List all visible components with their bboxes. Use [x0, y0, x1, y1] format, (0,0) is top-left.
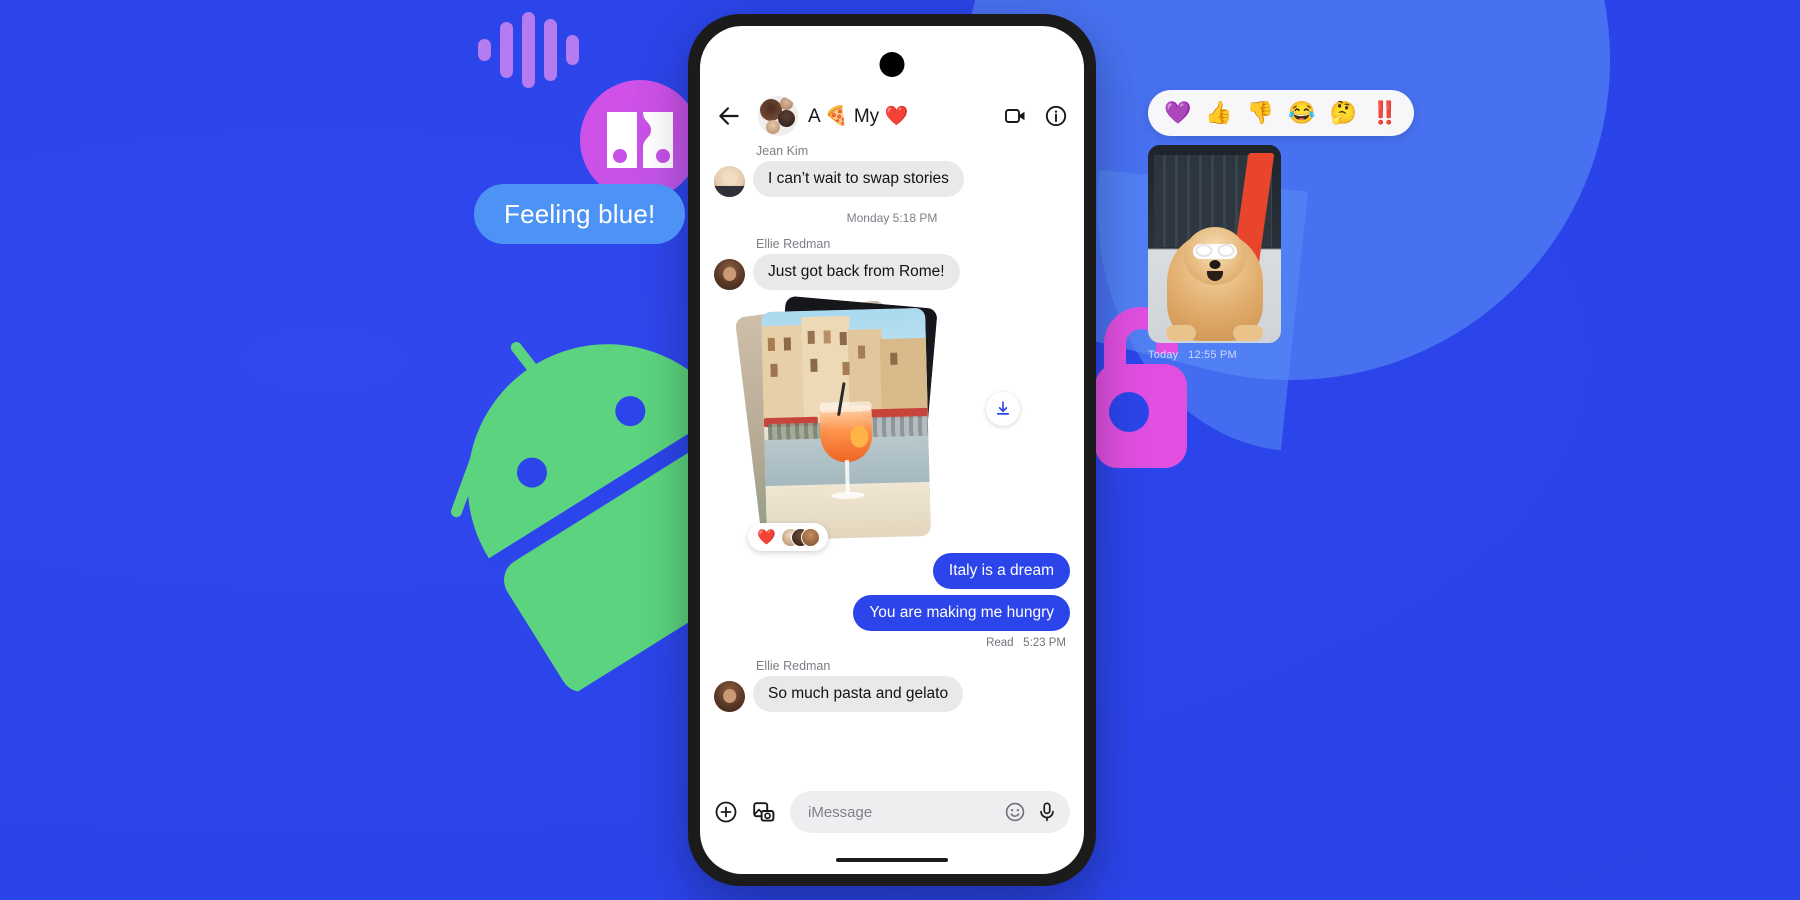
voice-waveform — [478, 10, 579, 90]
message-row-incoming: Just got back from Rome! — [714, 254, 1070, 290]
chat-title-text: A 🍕 My ❤️ — [808, 106, 909, 127]
emoji-picker-icon[interactable] — [1004, 801, 1026, 823]
read-receipt: Read 5:23 PM — [714, 637, 1066, 649]
emoji-reaction-bar[interactable]: 💜 👍 👎 😂 🤔 ‼️ — [1148, 90, 1415, 136]
thumbs-down-emoji[interactable]: 👎 — [1247, 102, 1274, 124]
sender-name: Ellie Redman — [756, 237, 831, 251]
photo-attachment[interactable]: ❤️ — [734, 295, 1020, 551]
message-bubble[interactable]: I can’t wait to swap stories — [753, 161, 964, 197]
phone-screen: A 🍕 My ❤️ Jean Kim I can’t wait to swap … — [700, 26, 1084, 874]
message-input-placeholder: iMessage — [808, 803, 873, 821]
read-time: 5:23 PM — [1023, 637, 1066, 649]
phone-device: A 🍕 My ❤️ Jean Kim I can’t wait to swap … — [688, 14, 1096, 886]
dog-caption-time: 12:55 PM — [1188, 349, 1237, 361]
add-attachment-icon[interactable] — [714, 800, 738, 824]
feeling-blue-text: Feeling blue! — [504, 198, 656, 229]
reaction-avatars — [780, 527, 820, 547]
double-exclamation-emoji[interactable]: ‼️ — [1371, 102, 1398, 124]
heart-emoji[interactable]: 💜 — [1164, 102, 1191, 124]
message-row-incoming: So much pasta and gelato — [714, 676, 1070, 712]
message-row-incoming: I can’t wait to swap stories — [714, 161, 1070, 197]
avatar — [714, 166, 745, 197]
scene-root: Feeling blue! 💜 👍 👎 😂 🤔 ‼️ Today 12:55 P… — [0, 0, 1800, 900]
laughing-emoji[interactable]: 😂 — [1288, 102, 1315, 124]
dog-photo-caption: Today 12:55 PM — [1148, 349, 1281, 361]
back-arrow-icon[interactable] — [716, 103, 742, 129]
message-bubble[interactable]: You are making me hungry — [853, 595, 1070, 631]
sender-name: Jean Kim — [756, 144, 809, 158]
home-indicator[interactable] — [836, 858, 948, 862]
message-bubble[interactable]: So much pasta and gelato — [753, 676, 964, 712]
photo-stack-front[interactable] — [761, 307, 931, 541]
message-list: Jean Kim I can’t wait to swap stories Mo… — [700, 144, 1084, 744]
feeling-blue-bubble: Feeling blue! — [474, 184, 686, 244]
dog-photo-card[interactable]: Today 12:55 PM — [1148, 145, 1281, 361]
message-reaction-pill[interactable]: ❤️ — [748, 523, 828, 551]
avatar — [714, 681, 745, 712]
sender-name: Ellie Redman — [756, 659, 831, 673]
group-avatar[interactable] — [758, 96, 798, 136]
sticker-glyph-icon — [607, 112, 673, 168]
video-call-icon[interactable] — [1004, 104, 1028, 128]
message-row-outgoing: You are making me hungry — [714, 595, 1070, 631]
header-actions — [1004, 104, 1068, 128]
read-status: Read — [986, 637, 1014, 649]
thinking-emoji[interactable]: 🤔 — [1330, 102, 1357, 124]
thumbs-up-emoji[interactable]: 👍 — [1205, 102, 1232, 124]
dog-photo[interactable] — [1148, 145, 1281, 343]
avatar — [714, 259, 745, 290]
compose-bar: iMessage — [700, 784, 1084, 840]
microphone-icon[interactable] — [1036, 801, 1058, 823]
message-row-outgoing: Italy is a dream — [714, 553, 1070, 589]
conversation-timestamp: Monday 5:18 PM — [846, 211, 938, 225]
download-button[interactable] — [986, 392, 1020, 426]
dog-caption-day: Today — [1148, 349, 1179, 361]
chat-header: A 🍕 My ❤️ — [700, 88, 1084, 144]
message-bubble[interactable]: Just got back from Rome! — [753, 254, 960, 290]
download-icon — [996, 401, 1010, 415]
info-icon[interactable] — [1044, 104, 1068, 128]
message-input[interactable]: iMessage — [790, 791, 1070, 833]
heart-reaction-emoji: ❤️ — [757, 528, 776, 546]
chat-title: A 🍕 My ❤️ — [808, 104, 1004, 128]
front-camera — [879, 52, 905, 77]
photo-gallery-icon[interactable] — [752, 800, 776, 824]
message-bubble[interactable]: Italy is a dream — [932, 553, 1070, 589]
